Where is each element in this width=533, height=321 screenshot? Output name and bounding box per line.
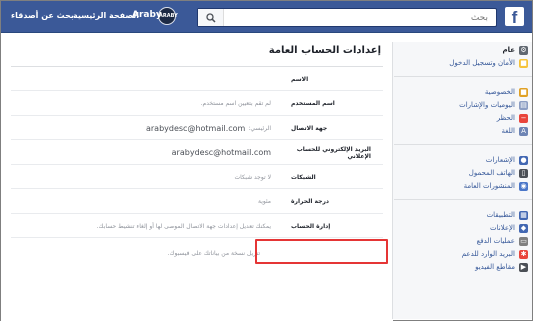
- sidebar-item[interactable]: ▯ الهاتف المحمول: [398, 167, 528, 180]
- sidebar-item[interactable]: ▤ اليوميات والإشارات: [398, 99, 528, 112]
- facebook-logo[interactable]: f: [505, 7, 524, 26]
- shield-icon: ■: [519, 58, 528, 68]
- sidebar-item[interactable]: ■ الأمان وتسجيل الدخول: [398, 57, 528, 70]
- settings-row-label: درجة الحرارة: [291, 198, 330, 205]
- sidebar-item[interactable]: ◆ الإعلانات: [398, 222, 528, 235]
- sidebar-item[interactable]: ◉ المنشورات العامة: [398, 180, 528, 193]
- sidebar-item[interactable]: A اللغة: [398, 125, 528, 138]
- sidebar-item-label: الحظر: [496, 114, 515, 122]
- row-text: يمكنك تعديل إعدادات جهة الاتصال الموصى ل…: [96, 222, 271, 230]
- top-navigation-bar: f ARABY Araby الصفحة الرئيسية بحث عن أصد…: [1, 1, 532, 33]
- video-icon: ▶: [519, 262, 528, 272]
- settings-row-value: لا توجد شبكات: [235, 165, 272, 189]
- settings-row[interactable]: درجة الحرارة مئوية: [11, 190, 383, 214]
- mobile-icon: ▯: [519, 168, 528, 178]
- find-friends-link[interactable]: بحث عن أصدقاء: [11, 11, 74, 20]
- highlight-annotation: [255, 239, 388, 264]
- search-box: [197, 8, 497, 27]
- settings-row[interactable]: الشبكات لا توجد شبكات: [11, 165, 383, 189]
- settings-panel: إعدادات الحساب العامة الاسم اسم المستخدم ل…: [1, 33, 393, 321]
- settings-row-value: الرئيسي: arabydesc@hotmail.com: [146, 116, 271, 140]
- sidebar-item[interactable]: −الحظر: [398, 112, 528, 125]
- rss-icon: ◉: [519, 181, 528, 191]
- globe-icon: ●: [519, 155, 528, 165]
- sidebar-item-label: الخصوصية: [484, 88, 515, 96]
- sidebar-item-label: الإشعارات: [485, 156, 515, 164]
- row-text: لم تقم بتعيين اسم مستخدم.: [200, 100, 271, 107]
- sidebar-item-label: مقاطع الفيديو: [475, 263, 515, 271]
- sidebar-item[interactable]: ▦ التطبيقات: [398, 209, 528, 222]
- lock-icon: ■: [519, 87, 528, 97]
- settings-row-label: إدارة الحساب: [291, 222, 331, 230]
- sidebar-item-label: عمليات الدفع: [476, 237, 515, 245]
- settings-row[interactable]: إدارة الحساب يمكنك تعديل إعدادات جهة الات…: [11, 214, 383, 238]
- ads-icon: ◆: [519, 223, 528, 233]
- settings-row[interactable]: جهة الاتصال الرئيسي: arabydesc@hotmail.com: [11, 116, 383, 140]
- search-button[interactable]: [198, 9, 224, 26]
- settings-row-value: لم تقم بتعيين اسم مستخدم.: [201, 92, 271, 116]
- sidebar-item-label: الإعلانات: [490, 224, 515, 232]
- settings-row[interactable]: الاسم: [11, 67, 383, 91]
- sidebar-divider: [394, 199, 532, 200]
- sidebar-item-label: التطبيقات: [486, 211, 515, 219]
- sidebar-divider: [394, 144, 532, 145]
- sidebar-item[interactable]: ▭ عمليات الدفع: [398, 235, 528, 248]
- settings-row-value: arabydesc@hotmail.com: [172, 141, 271, 165]
- page-title: إعدادات الحساب العامة: [268, 45, 381, 56]
- sidebar-item-label: الهاتف المحمول: [468, 169, 515, 177]
- sidebar-item[interactable]: ✱ البريد الوارد للدعم: [398, 248, 528, 261]
- sidebar-item-label: المنشورات العامة: [463, 182, 515, 190]
- gear-icon: ⚙: [519, 45, 528, 55]
- email-value: arabydesc@hotmail.com: [145, 123, 246, 133]
- settings-row-label: جهة الاتصال: [291, 124, 328, 132]
- apps-icon: ▦: [519, 210, 528, 220]
- sidebar-item[interactable]: ▶ مقاطع الفيديو: [398, 261, 528, 274]
- sidebar-item[interactable]: ● الإشعارات: [398, 154, 528, 167]
- sidebar-item-label: البريد الوارد للدعم: [461, 250, 515, 258]
- language-icon: A: [519, 126, 528, 136]
- block-icon: −: [519, 113, 528, 123]
- search-icon: [206, 13, 216, 23]
- sidebar-item-label: عام: [502, 46, 515, 54]
- home-link[interactable]: الصفحة الرئيسية: [73, 11, 139, 20]
- sidebar-item[interactable]: ■ الخصوصية: [398, 86, 528, 99]
- payments-icon: ▭: [519, 236, 528, 246]
- settings-row-label: اسم المستخدم: [291, 100, 335, 107]
- sidebar-item[interactable]: ⚙ عام: [398, 44, 528, 57]
- sidebar-item-label: اليوميات والإشارات: [459, 101, 515, 109]
- settings-row-label: الاسم: [291, 75, 309, 83]
- settings-row-label: الشبكات: [291, 173, 316, 181]
- download-data-link[interactable]: تنزيل نسخة من بياناتك على فيسبوك.: [168, 250, 260, 257]
- row-text: لا توجد شبكات: [234, 173, 272, 181]
- email-value: arabydesc@hotmail.com: [171, 148, 271, 157]
- settings-row-label: البريد الإلكتروني للحساب الإعلاني: [296, 145, 371, 160]
- timeline-icon: ▤: [519, 100, 528, 110]
- sidebar-divider: [394, 76, 532, 77]
- search-input[interactable]: [248, 10, 488, 25]
- settings-row-value: يمكنك تعديل إعدادات جهة الاتصال الموصى ل…: [97, 214, 271, 238]
- settings-row[interactable]: اسم المستخدم لم تقم بتعيين اسم مستخدم.: [11, 92, 383, 116]
- settings-row[interactable]: البريد الإلكتروني للحساب الإعلاني arabyde…: [11, 141, 383, 165]
- lifebuoy-icon: ✱: [519, 249, 528, 259]
- settings-sidebar: ⚙ عام ■ الأمان وتسجيل الدخول ■ الخصوصية ▤ اليوم…: [392, 42, 532, 319]
- contact-prefix: الرئيسي:: [248, 124, 271, 132]
- row-text: مئوية: [257, 198, 271, 205]
- sidebar-item-label: الأمان وتسجيل الدخول: [449, 59, 515, 67]
- settings-row-value: مئوية: [258, 190, 271, 214]
- sidebar-item-label: اللغة: [501, 127, 515, 135]
